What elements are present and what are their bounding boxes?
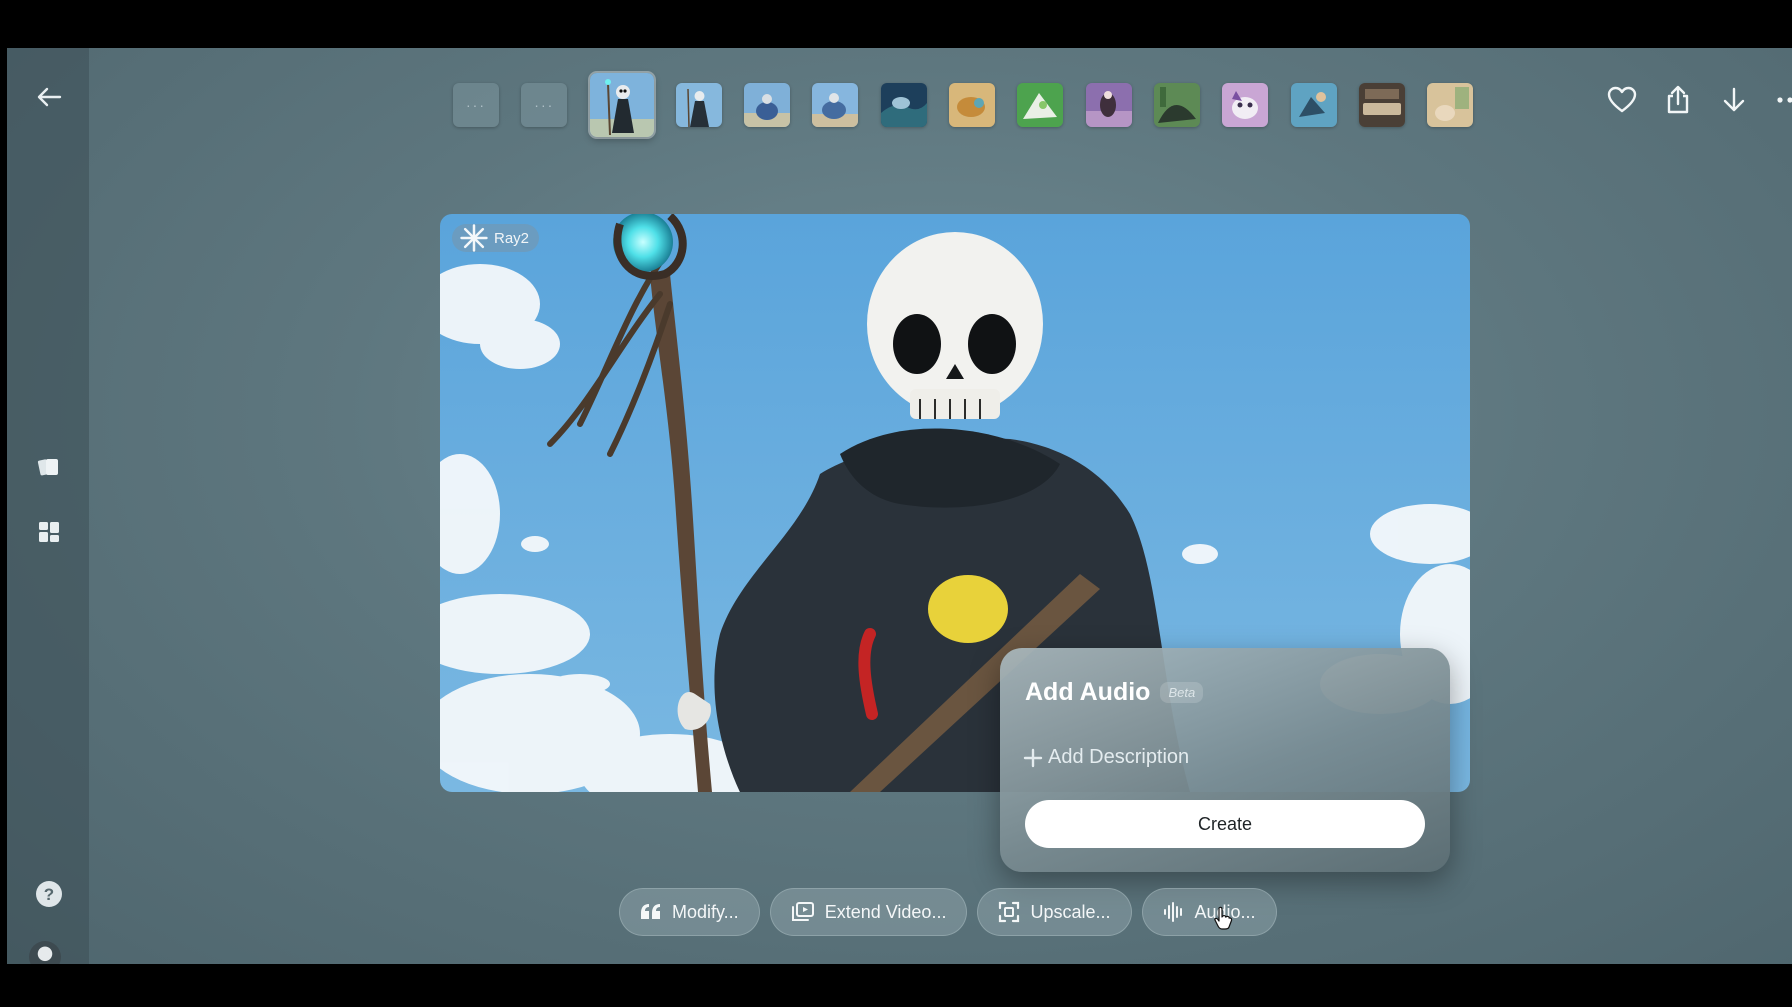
thumbnail[interactable] (1358, 83, 1405, 127)
modify-label: Modify... (672, 901, 739, 922)
library-icon (37, 459, 58, 476)
help-glyph: ? (44, 885, 54, 904)
thumbnail[interactable] (744, 83, 791, 127)
thumbnail-image (1290, 83, 1337, 127)
more-icon (1777, 97, 1792, 103)
favorite-icon (1607, 86, 1637, 113)
hand-cursor-icon (1214, 906, 1233, 930)
thumbnail-pending[interactable]: ··· (453, 83, 499, 127)
share-icon (1667, 85, 1689, 114)
thumbnail[interactable] (1153, 83, 1200, 127)
thumbnail[interactable] (812, 83, 859, 127)
thumbnail-image (1085, 83, 1132, 127)
thumbnail-image (812, 83, 859, 127)
create-button[interactable]: Create (1025, 800, 1425, 848)
model-badge-label: Ray2 (494, 229, 530, 247)
upscale-button[interactable]: Upscale... (977, 888, 1132, 936)
thumbnail[interactable] (675, 83, 722, 127)
thumbnail[interactable] (1017, 83, 1064, 127)
add-audio-panel: Add Audio Beta Add Description Create (1000, 648, 1450, 872)
add-description-button[interactable]: Add Description (1023, 746, 1189, 769)
share-button[interactable] (1656, 78, 1700, 122)
audio-button[interactable]: Audio... (1141, 888, 1277, 936)
thumbnail-strip: ··· ··· (453, 72, 1495, 138)
download-button[interactable] (1712, 78, 1756, 122)
thumbnail-image (1017, 83, 1064, 127)
thumbnail-pending[interactable]: ··· (521, 83, 568, 127)
thumbnail[interactable] (949, 83, 996, 127)
help-icon: ? (36, 881, 62, 907)
beta-badge: Beta (1160, 682, 1204, 703)
back-arrow-icon (37, 87, 62, 107)
plus-icon (1023, 748, 1043, 767)
thumbnail[interactable] (1427, 83, 1474, 127)
pending-dots: ··· (466, 97, 486, 113)
thumbnail-image (880, 83, 927, 127)
thumbnail-image (1222, 83, 1269, 127)
waveform-icon (1163, 902, 1182, 922)
thumbnail-image (1427, 83, 1474, 127)
thumbnail-image (949, 83, 996, 127)
thumbnail[interactable] (1222, 83, 1269, 127)
sidebar: ? (7, 48, 89, 964)
thumbnail-image (744, 83, 791, 127)
extend-video-label: Extend Video... (824, 901, 947, 922)
add-description-label: Add Description (1048, 746, 1190, 768)
upscale-icon (999, 901, 1020, 923)
app-window: ? ··· ··· Ray2 Add Audio Beta Add Descri… (7, 48, 1792, 964)
pending-dots: ··· (534, 97, 555, 113)
thumbnail-image (589, 73, 654, 137)
panel-title: Add Audio (1025, 678, 1151, 706)
thumbnail-image (1153, 83, 1200, 127)
thumbnail-image (675, 83, 722, 127)
help-button[interactable]: ? (25, 874, 73, 914)
extend-video-icon (791, 902, 814, 921)
avatar[interactable] (29, 941, 61, 964)
model-badge: Ray2 (452, 224, 540, 252)
modify-button[interactable]: Modify... (619, 888, 760, 936)
more-button[interactable] (1768, 78, 1792, 122)
panel-header: Add Audio Beta (1025, 678, 1204, 707)
extend-video-button[interactable]: Extend Video... (769, 888, 968, 936)
download-icon (1723, 87, 1745, 112)
library-button[interactable] (25, 447, 73, 487)
upscale-label: Upscale... (1030, 901, 1111, 922)
thumbnail[interactable] (1085, 83, 1132, 127)
thumbnail-active[interactable] (589, 73, 654, 137)
action-bar: Modify... Extend Video... Upscale... Aud… (619, 888, 1277, 936)
favorite-button[interactable] (1600, 78, 1644, 122)
grid-icon (39, 522, 59, 542)
back-button[interactable] (25, 77, 73, 117)
thumbnail[interactable] (1290, 83, 1337, 127)
thumbnail[interactable] (880, 83, 927, 127)
sparkle-icon (460, 224, 488, 252)
quote-icon (641, 904, 660, 919)
thumbnail-image (1358, 83, 1405, 127)
grid-view-button[interactable] (25, 512, 73, 552)
